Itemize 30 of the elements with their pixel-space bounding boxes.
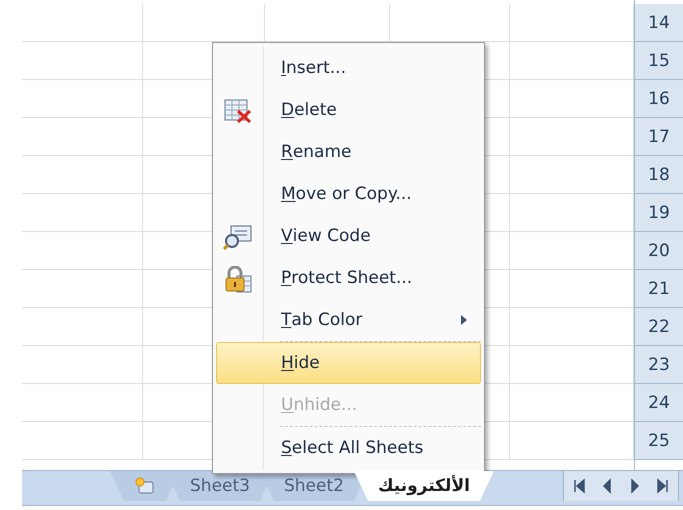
row-header[interactable]: 25 <box>635 422 683 460</box>
new-sheet-icon <box>134 476 156 496</box>
row-header[interactable]: 23 <box>635 346 683 384</box>
row-header[interactable]: 24 <box>635 384 683 422</box>
padlock-icon <box>223 266 253 294</box>
menu-item[interactable]: Move or Copy... <box>216 173 481 215</box>
previous-sheet-icon[interactable] <box>600 478 614 494</box>
row-header[interactable]: 15 <box>635 42 683 80</box>
menu-item[interactable]: Rename <box>216 131 481 173</box>
row-header[interactable]: 18 <box>635 156 683 194</box>
menu-item[interactable]: View Code <box>216 215 481 257</box>
menu-item[interactable]: Tab Color <box>216 299 481 341</box>
menu-item[interactable]: Select All Sheets <box>216 427 481 469</box>
row-header[interactable]: 20 <box>635 232 683 270</box>
menu-item[interactable]: Protect Sheet... <box>216 257 481 299</box>
row-header[interactable]: 19 <box>635 194 683 232</box>
row-header[interactable]: 22 <box>635 308 683 346</box>
magnifier-window-icon <box>223 224 253 250</box>
first-sheet-icon[interactable] <box>572 478 586 494</box>
row-header[interactable]: 17 <box>635 118 683 156</box>
last-sheet-icon[interactable] <box>656 478 670 494</box>
row-header[interactable]: 14 <box>635 4 683 42</box>
delete-sheet-icon <box>223 98 253 124</box>
sheet-tab[interactable]: الألكترونيك <box>354 471 494 501</box>
row-header[interactable]: 16 <box>635 80 683 118</box>
menu-item[interactable]: Insert... <box>216 47 481 89</box>
menu-item[interactable]: Hide <box>216 342 481 384</box>
submenu-arrow-icon <box>460 314 468 326</box>
row-header[interactable]: 21 <box>635 270 683 308</box>
menu-item[interactable]: Delete <box>216 89 481 131</box>
